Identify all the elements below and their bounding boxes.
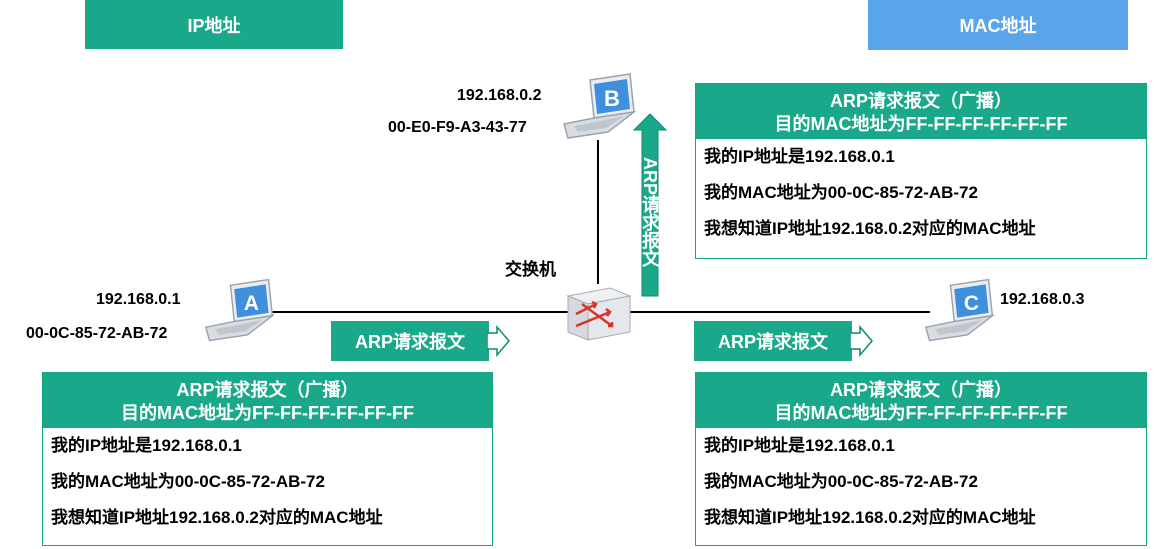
host-a-mac: 00-0C-85-72-AB-72 [26, 325, 168, 342]
packet-top-right-line-2: 我的MAC地址为00-0C-85-72-AB-72 [704, 183, 978, 202]
legend-mac: MAC地址 [868, 0, 1128, 50]
host-b-mac: 00-E0-F9-A3-43-77 [388, 119, 527, 136]
host-a-ip: 192.168.0.1 [96, 291, 181, 308]
arrow-a-to-switch-label: ARP请求报文 [331, 321, 489, 361]
packet-left-title: ARP请求报文（广播） [176, 380, 359, 400]
arrow-switch-to-c: ARP请求报文 [694, 321, 874, 361]
laptop-icon-c: C [924, 278, 996, 342]
switch-label: 交换机 [505, 260, 556, 279]
host-c-ip: 192.168.0.3 [1000, 291, 1085, 308]
packet-bottom-right-line-3: 我想知道IP地址192.168.0.2对应的MAC地址 [704, 508, 1036, 527]
host-b-ip: 192.168.0.2 [457, 87, 542, 104]
arrow-a-to-switch: ARP请求报文 [331, 321, 511, 361]
packet-top-right-title: ARP请求报文（广播） [829, 91, 1012, 111]
legend-ip: IP地址 [85, 0, 343, 49]
packet-bottom-right-header: ARP请求报文（广播） 目的MAC地址为FF-FF-FF-FF-FF-FF [696, 373, 1146, 428]
arrow-head-icon [487, 324, 510, 358]
packet-top-right-line-3: 我想知道IP地址192.168.0.2对应的MAC地址 [704, 219, 1036, 238]
arrow-head-icon [850, 324, 873, 358]
packet-bottom-right: ARP请求报文（广播） 目的MAC地址为FF-FF-FF-FF-FF-FF 我的… [695, 372, 1147, 546]
host-b-badge: B [604, 86, 620, 111]
arrow-switch-to-b-label: ARP请求报文 [640, 156, 660, 267]
packet-bottom-right-dest: 目的MAC地址为FF-FF-FF-FF-FF-FF [774, 403, 1068, 423]
packet-bottom-right-title: ARP请求报文（广播） [829, 380, 1012, 400]
switch-icon [566, 287, 632, 341]
packet-left-line-1: 我的IP地址是192.168.0.1 [51, 436, 242, 455]
packet-left-dest: 目的MAC地址为FF-FF-FF-FF-FF-FF [121, 403, 414, 423]
laptop-icon-a: A [204, 278, 276, 342]
arrow-switch-to-c-label: ARP请求报文 [694, 321, 852, 361]
packet-left-line-2: 我的MAC地址为00-0C-85-72-AB-72 [51, 472, 325, 491]
packet-left-header: ARP请求报文（广播） 目的MAC地址为FF-FF-FF-FF-FF-FF [43, 373, 492, 428]
packet-top-right-line-1: 我的IP地址是192.168.0.1 [704, 147, 895, 166]
packet-top-right-header: ARP请求报文（广播） 目的MAC地址为FF-FF-FF-FF-FF-FF [696, 84, 1146, 139]
packet-left-line-3: 我想知道IP地址192.168.0.2对应的MAC地址 [51, 508, 383, 527]
packet-bottom-right-line-1: 我的IP地址是192.168.0.1 [704, 436, 895, 455]
packet-bottom-right-line-2: 我的MAC地址为00-0C-85-72-AB-72 [704, 472, 978, 491]
packet-top-right: ARP请求报文（广播） 目的MAC地址为FF-FF-FF-FF-FF-FF 我的… [695, 83, 1147, 259]
packet-left: ARP请求报文（广播） 目的MAC地址为FF-FF-FF-FF-FF-FF 我的… [42, 372, 493, 546]
host-a-badge: A [244, 292, 259, 315]
legend-mac-label: MAC地址 [959, 16, 1037, 36]
packet-top-right-dest: 目的MAC地址为FF-FF-FF-FF-FF-FF [774, 114, 1068, 134]
legend-ip-label: IP地址 [187, 15, 241, 36]
host-c-badge: C [964, 292, 979, 315]
